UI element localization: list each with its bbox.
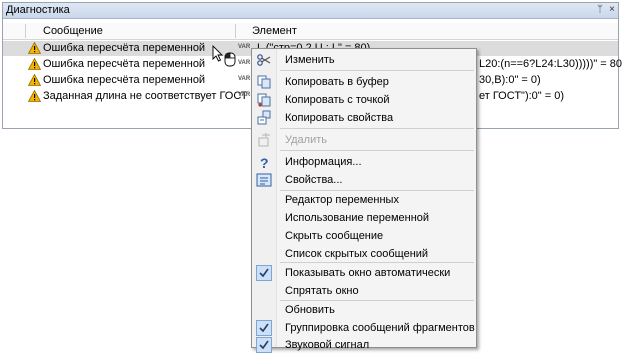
column-header: Сообщение Элемент — [3, 23, 618, 40]
copy-point-icon — [257, 93, 271, 107]
menu-item-sound-signal[interactable]: Звуковой сигнал — [252, 328, 476, 353]
mouse-cursor-icon — [212, 45, 236, 67]
menu-item-copy-to-clipboard[interactable]: Копировать в буфер — [252, 73, 476, 91]
menu-item-hidden-messages-list[interactable]: Список скрытых сообщений — [252, 245, 476, 263]
menu-item-label: Свойства... — [285, 174, 343, 186]
column-element[interactable]: Элемент — [252, 25, 297, 37]
close-icon[interactable]: × — [606, 3, 618, 17]
column-separator[interactable] — [25, 24, 26, 38]
copy-properties-icon — [257, 110, 271, 125]
menu-item-variable-editor[interactable]: Редактор переменных — [252, 191, 476, 209]
menu-item-edit[interactable]: Изменить — [252, 51, 476, 69]
menu-separator — [280, 128, 474, 129]
menu-item-label: Информация... — [285, 156, 362, 168]
menu-item-label: Использование переменной — [285, 212, 430, 224]
menu-item-label: Изменить — [285, 54, 335, 66]
properties-icon — [256, 173, 272, 187]
menu-item-information[interactable]: ? Информация... — [252, 153, 476, 171]
checkmark-icon — [256, 265, 272, 281]
menu-item-label: Скрыть сообщение — [285, 230, 384, 242]
menu-item-hide-window[interactable]: Спрятать окно — [252, 282, 476, 300]
row-message: Ошибка пересчёта переменной — [43, 58, 206, 70]
menu-separator — [280, 70, 474, 71]
column-separator[interactable] — [235, 24, 236, 38]
menu-item-label: Звуковой сигнал — [285, 339, 370, 351]
svg-text:?: ? — [260, 155, 269, 170]
var-tag: VAR — [238, 44, 251, 50]
row-element: 30,B):0" = 0) — [479, 74, 541, 86]
var-tag: VAR — [238, 60, 251, 66]
row-element: L20:(n==6?L24:L30)))))" = 80) — [479, 58, 622, 70]
row-element: ет ГОСТ"):0" = 0) — [479, 90, 565, 102]
row-message: Ошибка пересчёта переменной — [43, 74, 206, 86]
menu-item-show-window-automatically[interactable]: Показывать окно автоматически — [252, 264, 476, 282]
delete-icon — [258, 133, 270, 147]
menu-item-label: Список скрытых сообщений — [285, 248, 429, 260]
copy-icon — [257, 75, 271, 89]
context-menu: Изменить Копировать в буфер Копировать с… — [251, 48, 477, 353]
warning-icon — [28, 74, 41, 86]
warning-icon — [28, 90, 41, 102]
scissors-edit-icon — [257, 54, 271, 66]
menu-item-hide-message[interactable]: Скрыть сообщение — [252, 227, 476, 245]
menu-item-label: Копировать с точкой — [285, 94, 390, 106]
menu-item-label: Показывать окно автоматически — [285, 267, 451, 279]
menu-item-label: Спрятать окно — [285, 285, 359, 297]
menu-item-label: Копировать свойства — [285, 112, 394, 124]
menu-separator — [280, 262, 474, 263]
menu-item-label: Редактор переменных — [285, 194, 399, 206]
menu-item-label: Удалить — [285, 134, 327, 146]
menu-item-variable-usage[interactable]: Использование переменной — [252, 209, 476, 227]
panel-titlebar: Диагностика ᛘ × — [3, 3, 618, 19]
question-icon: ? — [260, 155, 269, 170]
panel-title: Диагностика — [6, 4, 70, 16]
column-message[interactable]: Сообщение — [43, 25, 103, 37]
warning-icon — [28, 58, 41, 70]
menu-item-label: Обновить — [285, 304, 335, 316]
pin-icon[interactable]: ᛘ — [594, 3, 606, 17]
menu-item-label: Копировать в буфер — [285, 76, 389, 88]
menu-item-properties[interactable]: Свойства... — [252, 171, 476, 189]
var-tag: VAR — [238, 92, 251, 98]
menu-item-delete[interactable]: Удалить — [252, 131, 476, 149]
menu-separator — [280, 150, 474, 151]
var-tag: VAR — [238, 76, 251, 82]
row-message: Ошибка пересчёта переменной — [43, 42, 206, 54]
menu-item-refresh[interactable]: Обновить — [252, 301, 476, 319]
menu-item-copy-with-point[interactable]: Копировать с точкой — [252, 91, 476, 109]
warning-icon — [28, 42, 41, 54]
menu-item-copy-properties[interactable]: Копировать свойства — [252, 109, 476, 127]
row-message: Заданная длина не соответствует ГОСТ — [43, 90, 248, 102]
